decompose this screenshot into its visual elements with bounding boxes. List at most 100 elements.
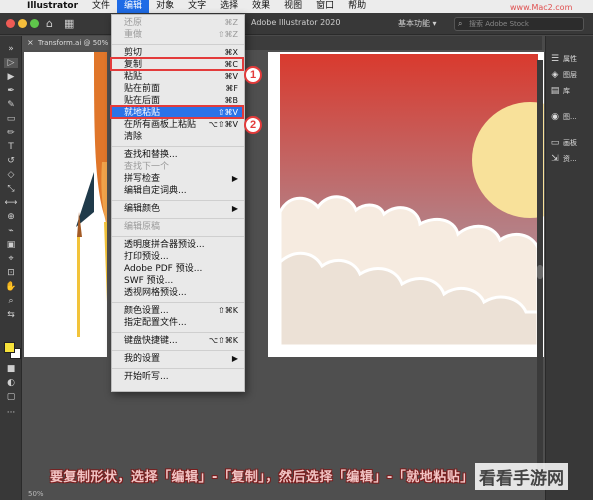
application-bar: ⌂ ▦ Adobe Illustrator 2020 基本功能 ▾ ⌕ 搜索 A…	[0, 13, 593, 35]
zoom-window-button[interactable]	[30, 19, 39, 28]
menu-separator	[112, 200, 244, 201]
menu-item-label: 重做	[124, 30, 143, 40]
artboard-tool-icon[interactable]: ⊡	[4, 268, 18, 278]
panel-label: 库	[563, 87, 570, 95]
menu-item-label: 还原	[124, 18, 143, 28]
home-icon[interactable]: ⌂	[46, 17, 53, 30]
hand-tool-icon[interactable]: ✋	[4, 282, 18, 292]
menu-item-paste-on-all-artboards[interactable]: 在所有画板上粘贴 ⌥⇧⌘V	[112, 119, 244, 131]
menu-item-keyboard-shortcuts[interactable]: 键盘快捷键... ⌥⇧⌘K	[112, 335, 244, 347]
panel-asset-export[interactable]: ⇲ 资...	[550, 152, 576, 166]
width-tool-icon[interactable]: ⟷	[4, 198, 18, 208]
menu-help[interactable]: 帮助	[341, 0, 373, 13]
search-placeholder: 搜索 Adobe Stock	[469, 20, 529, 28]
menu-item-shortcut: ⇧⌘Z	[217, 30, 238, 39]
menu-select[interactable]: 选择	[213, 0, 245, 13]
vertical-scrollbar[interactable]	[537, 60, 543, 480]
more-tools-icon[interactable]: ···	[4, 408, 18, 418]
menu-item-print-presets[interactable]: 打印预设...	[112, 251, 244, 263]
menu-item-find-replace[interactable]: 查找和替换...	[112, 149, 244, 161]
close-window-button[interactable]	[6, 19, 15, 28]
mac-menubar: Illustrator 文件 编辑 对象 文字 选择 效果 视图 窗口 帮助	[0, 0, 593, 13]
toggle-fill-stroke-icon[interactable]: ⇆	[4, 310, 18, 320]
type-tool-icon[interactable]: T	[4, 142, 18, 152]
menu-item-label: 在所有画板上粘贴	[124, 120, 197, 130]
menu-item-color-settings[interactable]: 颜色设置... ⇧⌘K	[112, 305, 244, 317]
site-watermark: 看看手游网	[475, 463, 568, 490]
menu-item-label: 我的设置	[124, 354, 161, 364]
eraser-tool-icon[interactable]: ◇	[4, 170, 18, 180]
menu-window[interactable]: 窗口	[309, 0, 341, 13]
menu-item-paste-in-front[interactable]: 贴在前面 ⌘F	[112, 83, 244, 95]
rotate-tool-icon[interactable]: ↺	[4, 156, 18, 166]
menu-separator	[112, 368, 244, 369]
menu-item-label: 颜色设置...	[124, 306, 169, 316]
panel-layers[interactable]: ◈ 图层	[550, 68, 577, 82]
menu-item-redo: 重做 ⇧⌘Z	[112, 29, 244, 41]
shape-builder-tool-icon[interactable]: ⊕	[4, 212, 18, 222]
rectangle-tool-icon[interactable]: ▭	[4, 114, 18, 124]
panel-dock: ☰ 属性 ◈ 图层 ▤ 库 ◉ 图... ▭ 画板 ⇲ 资...	[545, 36, 593, 500]
draw-mode-icon[interactable]: ◐	[4, 378, 18, 388]
menu-item-edit-dictionary[interactable]: 编辑自定词典...	[112, 185, 244, 197]
menu-item-edit-colors[interactable]: 编辑颜色 ▶	[112, 203, 244, 215]
menu-view[interactable]: 视图	[277, 0, 309, 13]
menu-object[interactable]: 对象	[149, 0, 181, 13]
eyedropper-tool-icon[interactable]: ⌁	[4, 226, 18, 236]
menu-item-swf-presets[interactable]: SWF 预设...	[112, 275, 244, 287]
minimize-window-button[interactable]	[18, 19, 27, 28]
color-mode-icon[interactable]: ■	[4, 364, 18, 374]
collapse-toolbar-icon[interactable]: »	[4, 44, 18, 54]
direct-selection-tool-icon[interactable]: ▶	[4, 72, 18, 82]
url-watermark: www.Mac2.com	[510, 3, 573, 12]
menu-item-label: Adobe PDF 预设...	[124, 264, 203, 274]
menu-item-transparency-flattener[interactable]: 透明度拼合器预设...	[112, 239, 244, 251]
pen-tool-icon[interactable]: ✒	[4, 86, 18, 96]
menu-edit[interactable]: 编辑	[117, 0, 150, 13]
menu-item-pdf-presets[interactable]: Adobe PDF 预设...	[112, 263, 244, 275]
menu-separator	[112, 218, 244, 219]
blend-tool-icon[interactable]: ⌖	[4, 254, 18, 264]
menu-item-perspective-grid-presets[interactable]: 透视网格预设...	[112, 287, 244, 299]
stock-search-input[interactable]: ⌕ 搜索 Adobe Stock	[454, 17, 584, 31]
menu-item-my-settings[interactable]: 我的设置 ▶	[112, 353, 244, 365]
menu-separator	[112, 236, 244, 237]
left-artboard[interactable]	[24, 52, 107, 357]
rocket-illustration	[76, 52, 107, 337]
export-icon: ⇲	[551, 154, 559, 164]
panel-libraries[interactable]: ▤ 库	[550, 84, 570, 98]
gradient-tool-icon[interactable]: ▣	[4, 240, 18, 250]
menu-effect[interactable]: 效果	[245, 0, 277, 13]
panel-artboards[interactable]: ▭ 画板	[550, 136, 577, 150]
library-icon: ▤	[550, 86, 560, 96]
zoom-tool-icon[interactable]: ⌕	[4, 296, 18, 306]
pencil-tool-icon[interactable]: ✏	[4, 128, 18, 138]
fill-swatch[interactable]	[4, 342, 15, 353]
close-tab-icon[interactable]: ×	[27, 36, 34, 50]
screen-mode-icon[interactable]: ▢	[4, 392, 18, 402]
scrollbar-thumb[interactable]	[537, 265, 543, 279]
menu-item-assign-profile[interactable]: 指定配置文件...	[112, 317, 244, 329]
menu-file[interactable]: 文件	[85, 0, 117, 13]
scale-tool-icon[interactable]: ⤡	[4, 184, 18, 194]
menu-illustrator[interactable]: Illustrator	[20, 0, 85, 13]
menu-separator	[112, 302, 244, 303]
menu-item-clear[interactable]: 清除	[112, 131, 244, 143]
menu-item-shortcut: ⌥⇧⌘K	[208, 336, 238, 345]
search-icon: ⌕	[458, 19, 463, 28]
selection-tool-icon[interactable]: ▷	[4, 58, 18, 68]
menu-item-undo: 还原 ⌘Z	[112, 17, 244, 29]
arrange-documents-icon[interactable]: ▦	[64, 17, 74, 30]
brush-tool-icon[interactable]: ✎	[4, 100, 18, 110]
menu-type[interactable]: 文字	[181, 0, 213, 13]
zoom-level-readout[interactable]: 50%	[28, 490, 44, 498]
panel-image-trace[interactable]: ◉ 图...	[550, 110, 577, 124]
menu-separator	[112, 350, 244, 351]
menu-item-paste[interactable]: 粘贴 ⌘V	[112, 71, 244, 83]
right-artboard[interactable]	[268, 52, 588, 357]
menu-item-spelling[interactable]: 拼写检查 ▶	[112, 173, 244, 185]
panel-properties[interactable]: ☰ 属性	[550, 52, 577, 66]
document-tab-bar: × Transform.ai @ 50% (RGB/...	[22, 36, 542, 50]
menu-item-start-dictation[interactable]: 开始听写...	[112, 371, 244, 383]
workspace-switcher[interactable]: 基本功能 ▾	[398, 18, 437, 29]
